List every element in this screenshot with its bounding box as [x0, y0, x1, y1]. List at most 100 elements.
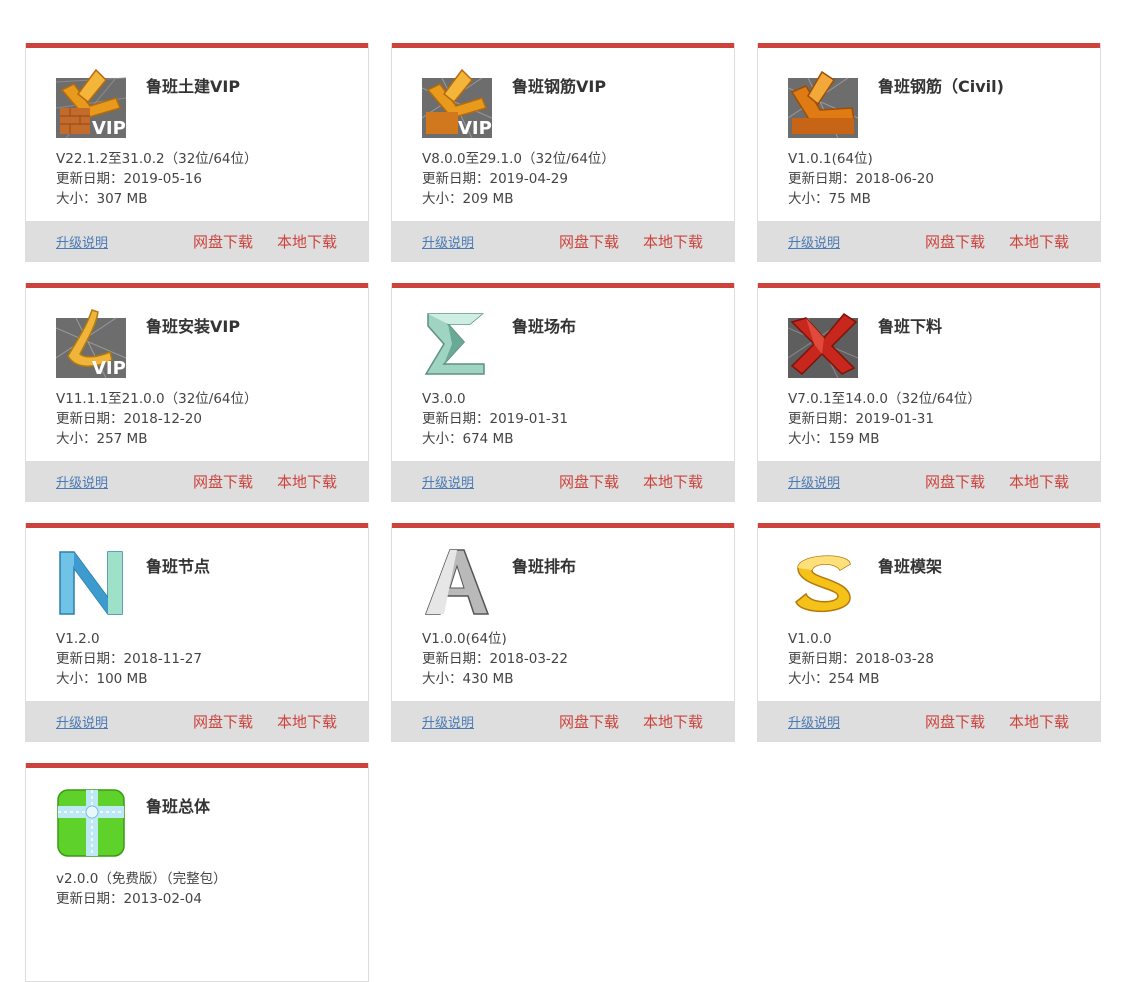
product-version: V3.0.0 — [422, 391, 466, 407]
product-card: VIP 鲁班钢筋VIP V8.0.0至29.1.0（32位/64位） 更新日期：… — [391, 43, 735, 262]
card-footer: 升级说明 网盘下载 本地下载 — [392, 461, 734, 501]
product-info: V1.2.0 更新日期：2018-11-27 大小：100 MB — [56, 629, 202, 689]
svg-text:VIP: VIP — [92, 358, 126, 378]
product-update-date: 更新日期：2018-11-27 — [56, 651, 202, 667]
local-download-link[interactable]: 本地下载 — [277, 471, 337, 492]
luban-paibu-icon[interactable] — [422, 548, 492, 618]
net-disk-download-link[interactable]: 网盘下载 — [925, 231, 985, 252]
card-footer: 升级说明 网盘下载 本地下载 — [392, 221, 734, 261]
product-info: V1.0.0 更新日期：2018-03-28 大小：254 MB — [788, 629, 934, 689]
product-card: VIP 鲁班安装VIP V11.1.1至21.0.0（32位/64位） 更新日期… — [25, 283, 369, 502]
product-title: 鲁班场布 — [512, 317, 577, 336]
local-download-link[interactable]: 本地下载 — [643, 471, 703, 492]
product-version: V1.0.0(64位) — [422, 631, 507, 647]
product-info: V11.1.1至21.0.0（32位/64位） 更新日期：2018-12-20 … — [56, 389, 258, 449]
product-info: V7.0.1至14.0.0（32位/64位） 更新日期：2019-01-31 大… — [788, 389, 981, 449]
product-title: 鲁班钢筋VIP — [512, 77, 607, 96]
product-version: V8.0.0至29.1.0（32位/64位） — [422, 151, 615, 167]
upgrade-notes-link[interactable]: 升级说明 — [56, 472, 108, 491]
product-update-date: 更新日期：2019-05-16 — [56, 171, 202, 187]
product-info: V1.0.0(64位) 更新日期：2018-03-22 大小：430 MB — [422, 629, 568, 689]
product-version: v2.0.0（免费版）（完整包） — [56, 871, 227, 887]
upgrade-notes-link[interactable]: 升级说明 — [422, 472, 474, 491]
upgrade-notes-link[interactable]: 升级说明 — [788, 232, 840, 251]
card-footer: 升级说明 网盘下载 本地下载 — [758, 461, 1100, 501]
local-download-link[interactable]: 本地下载 — [643, 231, 703, 252]
upgrade-notes-link[interactable]: 升级说明 — [422, 232, 474, 251]
product-size: 大小：254 MB — [788, 671, 880, 687]
product-update-date: 更新日期：2019-01-31 — [422, 411, 568, 427]
product-update-date: 更新日期：2018-06-20 — [788, 171, 934, 187]
card-footer: 升级说明 网盘下载 本地下载 — [392, 701, 734, 741]
net-disk-download-link[interactable]: 网盘下载 — [559, 231, 619, 252]
product-update-date: 更新日期：2019-04-29 — [422, 171, 568, 187]
product-title: 鲁班排布 — [512, 557, 577, 576]
net-disk-download-link[interactable]: 网盘下载 — [193, 471, 253, 492]
local-download-link[interactable]: 本地下载 — [277, 231, 337, 252]
product-card: 鲁班钢筋（Civil) V1.0.1(64位) 更新日期：2018-06-20 … — [757, 43, 1101, 262]
product-card: 鲁班下料 V7.0.1至14.0.0（32位/64位） 更新日期：2019-01… — [757, 283, 1101, 502]
product-size: 大小：100 MB — [56, 671, 148, 687]
local-download-link[interactable]: 本地下载 — [277, 711, 337, 732]
local-download-link[interactable]: 本地下载 — [643, 711, 703, 732]
upgrade-notes-link[interactable]: 升级说明 — [788, 472, 840, 491]
luban-xialiao-icon[interactable] — [788, 308, 858, 378]
product-size: 大小：430 MB — [422, 671, 514, 687]
luban-mojia-icon[interactable] — [788, 548, 858, 618]
net-disk-download-link[interactable]: 网盘下载 — [925, 711, 985, 732]
product-update-date: 更新日期：2019-01-31 — [788, 411, 934, 427]
product-version: V1.2.0 — [56, 631, 100, 647]
luban-gangjin-vip-icon[interactable]: VIP — [422, 68, 492, 138]
product-info: V3.0.0 更新日期：2019-01-31 大小：674 MB — [422, 389, 568, 449]
product-version: V7.0.1至14.0.0（32位/64位） — [788, 391, 981, 407]
net-disk-download-link[interactable]: 网盘下载 — [559, 471, 619, 492]
luban-gangjin-civil-icon[interactable] — [788, 68, 858, 138]
net-disk-download-link[interactable]: 网盘下载 — [559, 711, 619, 732]
product-info: v2.0.0（免费版）（完整包） 更新日期：2013-02-04 — [56, 869, 227, 909]
svg-text:VIP: VIP — [458, 118, 492, 138]
product-size: 大小：674 MB — [422, 431, 514, 447]
svg-text:VIP: VIP — [92, 118, 126, 138]
product-version: V11.1.1至21.0.0（32位/64位） — [56, 391, 258, 407]
product-size: 大小：307 MB — [56, 191, 148, 207]
product-size: 大小：209 MB — [422, 191, 514, 207]
product-update-date: 更新日期：2018-03-28 — [788, 651, 934, 667]
net-disk-download-link[interactable]: 网盘下载 — [925, 471, 985, 492]
luban-jiedian-icon[interactable] — [56, 548, 126, 618]
upgrade-notes-link[interactable]: 升级说明 — [56, 712, 108, 731]
product-card: VIP 鲁班土建VIP V22.1.2至31.0.2（32位/64位） 更新日期… — [25, 43, 369, 262]
product-title: 鲁班节点 — [146, 557, 211, 576]
product-size: 大小：257 MB — [56, 431, 148, 447]
product-card: 鲁班模架 V1.0.0 更新日期：2018-03-28 大小：254 MB 升级… — [757, 523, 1101, 742]
product-update-date: 更新日期：2013-02-04 — [56, 891, 202, 907]
product-update-date: 更新日期：2018-03-22 — [422, 651, 568, 667]
luban-tujian-vip-icon[interactable]: VIP — [56, 68, 126, 138]
net-disk-download-link[interactable]: 网盘下载 — [193, 231, 253, 252]
product-title: 鲁班模架 — [878, 557, 943, 576]
upgrade-notes-link[interactable]: 升级说明 — [56, 232, 108, 251]
product-grid: VIP 鲁班土建VIP V22.1.2至31.0.2（32位/64位） 更新日期… — [0, 0, 1125, 982]
local-download-link[interactable]: 本地下载 — [1009, 231, 1069, 252]
card-footer: 升级说明 网盘下载 本地下载 — [26, 461, 368, 501]
product-title: 鲁班土建VIP — [146, 77, 241, 96]
product-title: 鲁班下料 — [878, 317, 943, 336]
luban-zongti-icon[interactable] — [56, 788, 126, 858]
product-version: V1.0.1(64位) — [788, 151, 873, 167]
card-footer: 升级说明 网盘下载 本地下载 — [26, 701, 368, 741]
product-card: 鲁班节点 V1.2.0 更新日期：2018-11-27 大小：100 MB 升级… — [25, 523, 369, 742]
product-card: 鲁班总体 v2.0.0（免费版）（完整包） 更新日期：2013-02-04 — [25, 763, 369, 982]
upgrade-notes-link[interactable]: 升级说明 — [422, 712, 474, 731]
product-title: 鲁班安装VIP — [146, 317, 241, 336]
upgrade-notes-link[interactable]: 升级说明 — [788, 712, 840, 731]
product-version: V1.0.0 — [788, 631, 832, 647]
product-title: 鲁班总体 — [146, 797, 211, 816]
product-size: 大小：75 MB — [788, 191, 871, 207]
local-download-link[interactable]: 本地下载 — [1009, 711, 1069, 732]
product-info: V1.0.1(64位) 更新日期：2018-06-20 大小：75 MB — [788, 149, 934, 209]
net-disk-download-link[interactable]: 网盘下载 — [193, 711, 253, 732]
luban-changbu-icon[interactable] — [422, 308, 492, 378]
product-card: 鲁班场布 V3.0.0 更新日期：2019-01-31 大小：674 MB 升级… — [391, 283, 735, 502]
card-footer: 升级说明 网盘下载 本地下载 — [758, 221, 1100, 261]
local-download-link[interactable]: 本地下载 — [1009, 471, 1069, 492]
luban-anzhuang-vip-icon[interactable]: VIP — [56, 308, 126, 378]
